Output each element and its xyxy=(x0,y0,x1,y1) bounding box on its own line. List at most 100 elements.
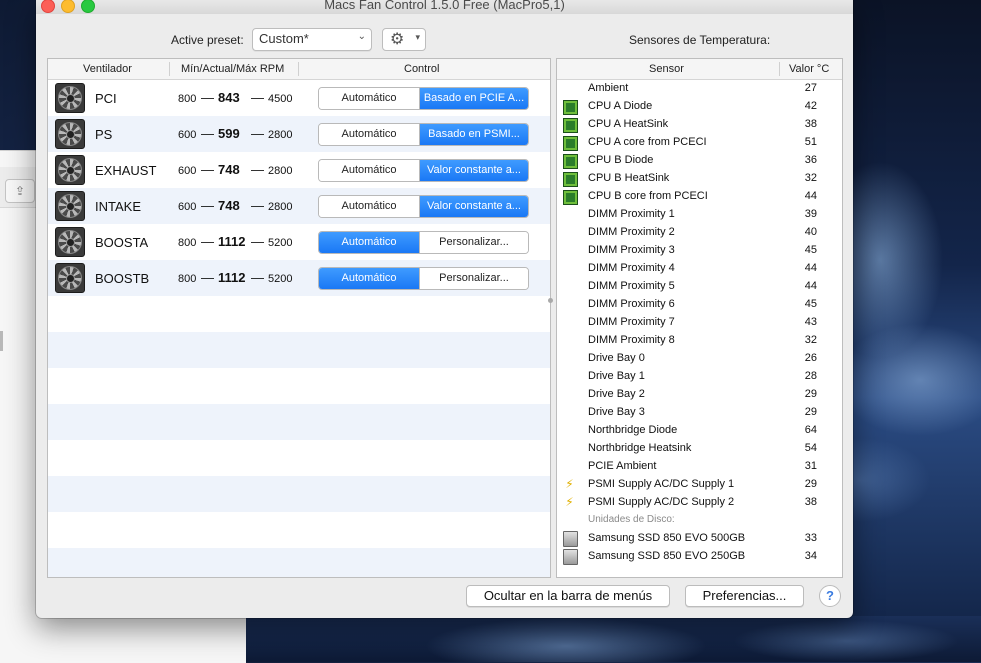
control-segmented[interactable]: Automático Basado en PSMI... xyxy=(318,123,529,146)
share-icon[interactable]: ⇪ xyxy=(5,179,35,203)
custom-control-button[interactable]: Personalizar... xyxy=(420,268,528,289)
custom-control-button[interactable]: Personalizar... xyxy=(420,232,528,253)
control-segmented[interactable]: Automático Personalizar... xyxy=(318,231,529,254)
control-segmented[interactable]: Automático Valor constante a... xyxy=(318,195,529,218)
sensor-name: DIMM Proximity 8 xyxy=(588,334,675,346)
sensor-row[interactable]: DIMM Proximity 5 44 xyxy=(557,278,842,296)
preferences-button[interactable]: Preferencias... xyxy=(685,585,804,607)
auto-button[interactable]: Automático xyxy=(319,124,420,145)
sensor-value: 34 xyxy=(804,550,817,562)
sensor-row[interactable]: Drive Bay 3 29 xyxy=(557,404,842,422)
rpm-min: 800 xyxy=(178,237,197,249)
rpm-max: 5200 xyxy=(268,273,293,285)
fan-row[interactable]: BOOSTA 800 — 1112 — 5200 Automático Personaliza… xyxy=(48,224,550,260)
sensor-row[interactable]: ⚡ PSMI Supply AC/DC Supply 1 29 xyxy=(557,476,842,494)
sensor-row[interactable]: DIMM Proximity 7 43 xyxy=(557,314,842,332)
column-divider xyxy=(169,62,170,76)
sensor-value: 28 xyxy=(804,370,817,382)
sensor-row[interactable]: Drive Bay 1 28 xyxy=(557,368,842,386)
fan-row[interactable]: INTAKE 600 — 748 — 2800 Automático Valor consta… xyxy=(48,188,550,224)
sensor-value: 45 xyxy=(804,244,817,256)
gear-icon: ⚙ xyxy=(390,31,405,48)
fan-name: INTAKE xyxy=(95,199,141,214)
sensor-name: CPU A Diode xyxy=(588,100,653,112)
sensor-value: 51 xyxy=(804,136,817,148)
sensor-row[interactable]: DIMM Proximity 8 32 xyxy=(557,332,842,350)
sensor-row[interactable]: DIMM Proximity 4 44 xyxy=(557,260,842,278)
rpm-current: 1112 xyxy=(218,234,246,249)
custom-control-button[interactable]: Basado en PSMI... xyxy=(420,124,528,145)
sensor-row[interactable]: Drive Bay 2 29 xyxy=(557,386,842,404)
sensor-row[interactable]: CPU A core from PCECI 51 xyxy=(557,134,842,152)
fan-name: PS xyxy=(95,127,113,142)
auto-button[interactable]: Automático xyxy=(319,232,420,253)
auto-button[interactable]: Automático xyxy=(319,160,420,181)
column-header-sensor[interactable]: Sensor xyxy=(649,63,684,75)
table-row-stripe xyxy=(48,404,550,440)
title-bar: Macs Fan Control 1.5.0 Free (MacPro5,1) xyxy=(36,0,853,14)
chip-icon xyxy=(563,100,578,115)
fan-row[interactable]: EXHAUST 600 — 748 — 2800 Automático Valor const… xyxy=(48,152,550,188)
help-button[interactable]: ? xyxy=(819,585,841,607)
sensor-row[interactable]: CPU B core from PCECI 44 xyxy=(557,188,842,206)
sensor-row[interactable]: DIMM Proximity 2 40 xyxy=(557,224,842,242)
column-header-rpm[interactable]: Mín/Actual/Máx RPM xyxy=(181,63,284,75)
column-header-fan[interactable]: Ventilador xyxy=(83,63,132,75)
sensor-name: Samsung SSD 850 EVO 500GB xyxy=(588,532,746,544)
hide-in-menubar-button[interactable]: Ocultar en la barra de menús xyxy=(466,585,670,607)
sensor-row[interactable]: DIMM Proximity 3 45 xyxy=(557,242,842,260)
sensor-name: CPU A HeatSink xyxy=(588,118,669,130)
sensor-row[interactable]: Northbridge Heatsink 54 xyxy=(557,440,842,458)
auto-button[interactable]: Automático xyxy=(319,196,420,217)
preset-select[interactable]: Custom* ⌄ xyxy=(252,28,372,51)
rpm-separator: — xyxy=(251,162,264,177)
sensor-row[interactable]: PCIE Ambient 31 xyxy=(557,458,842,476)
custom-control-button[interactable]: Basado en PCIE A... xyxy=(420,88,528,109)
sensor-row[interactable]: CPU B Diode 36 xyxy=(557,152,842,170)
sensor-row[interactable]: CPU B HeatSink 32 xyxy=(557,170,842,188)
fan-icon xyxy=(55,263,85,293)
custom-control-button[interactable]: Valor constante a... xyxy=(420,196,528,217)
desktop-wallpaper-bottom xyxy=(246,616,981,662)
sensor-value: 43 xyxy=(804,316,817,328)
auto-button[interactable]: Automático xyxy=(319,268,420,289)
sensor-row[interactable]: CPU A Diode 42 xyxy=(557,98,842,116)
sensor-value: 44 xyxy=(804,190,817,202)
control-segmented[interactable]: Automático Valor constante a... xyxy=(318,159,529,182)
sensor-value: 39 xyxy=(804,208,817,220)
column-header-control[interactable]: Control xyxy=(404,63,439,75)
sensor-row[interactable]: Drive Bay 0 26 xyxy=(557,350,842,368)
column-header-value[interactable]: Valor °C xyxy=(789,63,829,75)
sensor-table: Sensor Valor °C Ambient 27 CPU A Diode 42 CP… xyxy=(556,58,843,578)
sensor-row[interactable]: DIMM Proximity 6 45 xyxy=(557,296,842,314)
sensor-row[interactable]: DIMM Proximity 1 39 xyxy=(557,206,842,224)
gear-menu-button[interactable]: ⚙ ▾ xyxy=(382,28,426,51)
fan-row[interactable]: PCI 800 — 843 — 4500 Automático Basado en PCIE … xyxy=(48,80,550,116)
sensor-row[interactable]: ⚡ PSMI Supply AC/DC Supply 2 38 xyxy=(557,494,842,512)
sensor-value: 32 xyxy=(804,172,817,184)
rpm-min: 600 xyxy=(178,129,197,141)
sensor-row[interactable]: Samsung SSD 850 EVO 250GB 34 xyxy=(557,548,842,566)
sensor-name: CPU B core from PCECI xyxy=(588,190,708,202)
control-segmented[interactable]: Automático Basado en PCIE A... xyxy=(318,87,529,110)
sensor-row[interactable]: Ambient 27 xyxy=(557,80,842,98)
chip-icon xyxy=(563,118,578,133)
sensor-value: 36 xyxy=(804,154,817,166)
fan-name: BOOSTB xyxy=(95,271,150,286)
rpm-current: 599 xyxy=(218,126,240,141)
fan-icon xyxy=(55,83,85,113)
fan-row[interactable]: PS 600 — 599 — 2800 Automático Basado en PSMI..… xyxy=(48,116,550,152)
fan-row[interactable]: BOOSTB 800 — 1112 — 5200 Automático Personaliza… xyxy=(48,260,550,296)
rpm-max: 5200 xyxy=(268,237,293,249)
auto-button[interactable]: Automático xyxy=(319,88,420,109)
rpm-current: 843 xyxy=(218,90,240,105)
sensor-row[interactable]: Samsung SSD 850 EVO 500GB 33 xyxy=(557,530,842,548)
sensor-row[interactable]: Northbridge Diode 64 xyxy=(557,422,842,440)
table-row-stripe xyxy=(48,440,550,476)
sensor-value: 40 xyxy=(804,226,817,238)
section-label: Unidades de Disco: xyxy=(588,514,675,525)
sensor-row[interactable]: CPU A HeatSink 38 xyxy=(557,116,842,134)
custom-control-button[interactable]: Valor constante a... xyxy=(420,160,528,181)
split-view-handle[interactable] xyxy=(548,298,553,303)
control-segmented[interactable]: Automático Personalizar... xyxy=(318,267,529,290)
